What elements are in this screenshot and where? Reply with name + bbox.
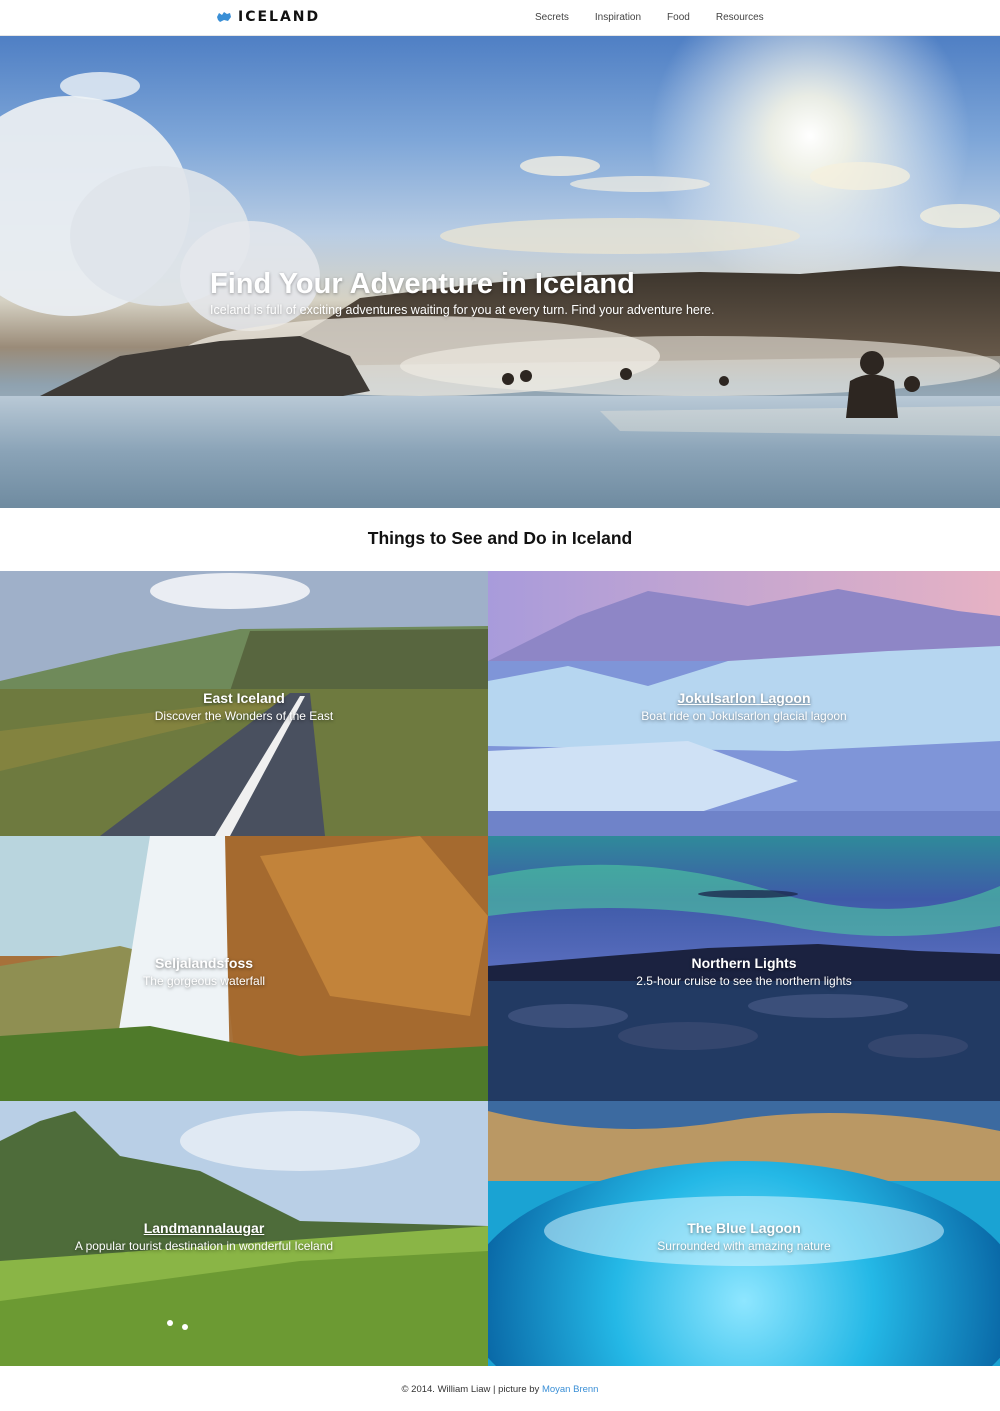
tile-landmannalaugar[interactable]: Landmannalaugar A popular tourist destin… — [0, 1101, 488, 1366]
tile-title-link[interactable]: Jokulsarlon Lagoon — [488, 690, 1000, 706]
brand-name: ICELAND — [238, 9, 321, 25]
menu-item-inspiration[interactable]: Inspiration — [595, 12, 641, 23]
section-title: Things to See and Do in Iceland — [367, 528, 633, 548]
hero-subtitle: Iceland is full of exciting adventures w… — [210, 303, 715, 317]
menu-item-secrets[interactable]: Secrets — [535, 12, 569, 23]
footer-credit-link[interactable]: Moyan Brenn — [542, 1384, 599, 1395]
footer: © 2014. William Liaw | picture by Moyan … — [0, 1384, 1000, 1395]
tile-description: Surrounded with amazing nature — [657, 1239, 831, 1253]
tile-title-link[interactable]: Landmannalaugar — [0, 1220, 488, 1236]
tile-text: East Iceland Discover the Wonders of the… — [0, 690, 488, 723]
tile-description: Boat ride on Jokulsarlon glacial lagoon — [641, 709, 847, 723]
tile-seljalandsfoss[interactable]: Seljalandsfoss The gorgeous waterfall — [0, 836, 488, 1101]
iceland-map-icon — [217, 12, 231, 22]
main-menu: Secrets Inspiration Food Resources — [535, 12, 764, 23]
tile-text: Seljalandsfoss The gorgeous waterfall — [0, 955, 488, 988]
menu-item-food[interactable]: Food — [667, 12, 690, 23]
hero-title: Find Your Adventure in Iceland — [210, 268, 635, 300]
top-nav: ICELAND Secrets Inspiration Food Resourc… — [0, 0, 1000, 36]
tile-blue-lagoon[interactable]: The Blue Lagoon Surrounded with amazing … — [488, 1101, 1000, 1366]
hero-banner: Find Your Adventure in Iceland Iceland i… — [0, 36, 1000, 508]
tile-text: Jokulsarlon Lagoon Boat ride on Jokulsar… — [488, 690, 1000, 723]
tile-description: A popular tourist destination in wonderf… — [74, 1239, 334, 1253]
tile-text: Landmannalaugar A popular tourist destin… — [0, 1220, 488, 1253]
menu-item-resources[interactable]: Resources — [716, 12, 764, 23]
tile-title[interactable]: East Iceland — [0, 690, 488, 706]
tile-northern-lights[interactable]: Northern Lights 2.5-hour cruise to see t… — [488, 836, 1000, 1101]
tile-jokulsarlon-lagoon[interactable]: Jokulsarlon Lagoon Boat ride on Jokulsar… — [488, 571, 1000, 836]
tile-description: Discover the Wonders of the East — [154, 709, 334, 723]
tile-text: The Blue Lagoon Surrounded with amazing … — [488, 1220, 1000, 1253]
tile-text: Northern Lights 2.5-hour cruise to see t… — [488, 955, 1000, 988]
tile-description: 2.5-hour cruise to see the northern ligh… — [636, 974, 852, 988]
brand-logo[interactable]: ICELAND — [216, 9, 320, 25]
footer-text: © 2014. William Liaw | picture by — [401, 1384, 540, 1395]
hero-text: Find Your Adventure in Iceland Iceland i… — [210, 268, 714, 317]
tile-description: The gorgeous waterfall — [142, 974, 266, 988]
tile-title[interactable]: The Blue Lagoon — [488, 1220, 1000, 1236]
tile-title[interactable]: Northern Lights — [488, 955, 1000, 971]
tile-title[interactable]: Seljalandsfoss — [0, 955, 488, 971]
tile-east-iceland[interactable]: East Iceland Discover the Wonders of the… — [0, 571, 488, 836]
attractions-grid: East Iceland Discover the Wonders of the… — [0, 571, 1000, 1366]
